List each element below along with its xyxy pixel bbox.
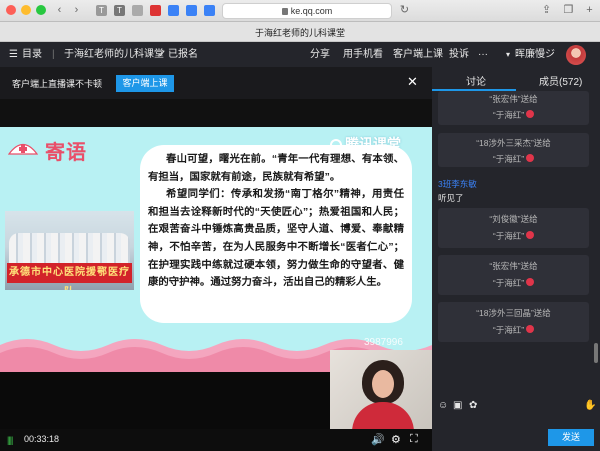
rose-icon <box>526 231 535 239</box>
gift-from: “张宏伟”送给 <box>489 94 538 104</box>
check-icon: ✓ <box>158 49 167 60</box>
course-title: 于海红老师的儿科课堂 <box>64 49 164 60</box>
gift-message: “张宏伟”送给 “于海红” <box>438 91 589 125</box>
rose-icon <box>526 110 535 118</box>
gift-message: “刘俊徽”送给 “于海红” <box>438 208 589 248</box>
reload-icon[interactable]: ↻ <box>398 4 411 17</box>
rose-icon <box>526 278 535 286</box>
fullscreen-icon[interactable]: ⛶ <box>410 433 418 446</box>
new-tab-icon[interactable]: + <box>583 4 596 17</box>
gift-message: “张宏伟”送给 “于海红” <box>438 255 589 295</box>
share-icon[interactable]: ⇪ <box>540 4 553 17</box>
settings-icon[interactable]: ⚙ <box>391 433 401 446</box>
volume-icon[interactable]: 🔊 <box>371 433 385 446</box>
client-link[interactable]: 客户端上课 <box>393 48 443 61</box>
client-notice-bar: 客户端上直播课不卡顿 客户端上课 ✕ <box>0 67 432 99</box>
divider: | <box>52 49 55 60</box>
teacher-body <box>352 402 414 429</box>
close-window-icon[interactable] <box>6 5 16 15</box>
teacher-face <box>372 370 394 398</box>
teacher-camera-pip[interactable] <box>330 350 432 429</box>
tab-title[interactable]: 于海红老师的儿科课堂 <box>0 26 600 39</box>
gift-from: “张宏伟”送给 <box>489 261 538 271</box>
tab-discuss[interactable]: 讨论 <box>466 73 486 88</box>
close-icon[interactable]: ✕ <box>407 74 418 90</box>
back-icon[interactable]: ‹ <box>53 4 66 17</box>
tabs-icon[interactable]: ❐ <box>562 4 575 17</box>
gift-from: “18涉外三回晶”送给 <box>476 308 551 318</box>
nurse-cap-icon <box>8 143 38 155</box>
chat-text: 听见了 <box>438 193 464 203</box>
slide-content: 寄语 腾讯课堂 承德市中心医院援鄂医疗队 春山可望，曙光在前。“青年一代有理想、… <box>0 127 432 372</box>
message-textbox: 春山可望，曙光在前。“青年一代有理想、有本领、有担当，国家就有前途，民族就有希望… <box>140 145 412 323</box>
message-paragraph: 希望同学们：传承和发扬“南丁格尔”精神，用责任和担当去诠释新时代的“天使匠心”；… <box>148 189 404 289</box>
username[interactable]: 晖廉慢ジ <box>515 48 555 61</box>
user-dropdown-icon[interactable]: ▾ <box>506 48 510 61</box>
chat-toolbar: ☺ ▣ ✿ ✋ <box>432 399 600 415</box>
side-panel: 讨论 成员(572) “张宏伟”送给 “于海红” “18涉外三采杰”送给 “于海… <box>432 67 600 451</box>
play-time: 00:33:18 <box>24 434 60 444</box>
gift-to: “于海红” <box>438 109 589 121</box>
gift-to: “于海红” <box>438 230 589 242</box>
flower-gift-icon[interactable]: ✿ <box>469 400 477 411</box>
gift-message: “18涉外三采杰”送给 “于海红” <box>438 133 589 167</box>
share-link[interactable]: 分享 <box>310 48 330 61</box>
gift-from: “18涉外三采杰”送给 <box>476 138 551 148</box>
tab-members[interactable]: 成员(572) <box>539 73 582 88</box>
chat-username[interactable]: 3班李东敏 <box>438 178 477 190</box>
image-icon[interactable]: ▣ <box>453 400 462 411</box>
gift-to: “于海红” <box>438 277 589 289</box>
gift-from: “刘俊徽”送给 <box>489 214 538 224</box>
enrolled-status: 已报名 <box>168 49 198 60</box>
gift-message: “18涉外三回晶”送给 “于海红” <box>438 302 589 342</box>
emoji-icon[interactable]: ☺ <box>438 400 448 411</box>
rose-icon <box>526 325 535 333</box>
mobile-link[interactable]: 用手机看 <box>343 48 383 61</box>
message-paragraph: 春山可望，曙光在前。“青年一代有理想、有本领、有担当，国家就有前途，民族就有希望… <box>148 154 404 183</box>
chat-scrollbar[interactable] <box>594 343 598 363</box>
player-controls: |||| 00:33:18 🔊 ⚙ ⛶ <box>0 429 432 451</box>
gift-to: “于海红” <box>438 153 589 165</box>
photo-banner: 承德市中心医院援鄂医疗队 <box>7 263 132 290</box>
medical-team-photo: 承德市中心医院援鄂医疗队 <box>5 211 134 290</box>
minimize-window-icon[interactable] <box>21 5 31 15</box>
favicon-icon[interactable] <box>168 5 179 16</box>
video-letterbox <box>0 372 330 429</box>
app-root: ‹ › T T ke.qq.com ↻ ⇪ ❐ + 于海红老师的儿科课堂 ☰ 目… <box>0 0 600 451</box>
tab-strip: 于海红老师的儿科课堂 <box>0 22 600 42</box>
browser-toolbar: ‹ › T T ke.qq.com ↻ ⇪ ❐ + <box>0 0 600 22</box>
report-link[interactable]: 投诉 <box>449 48 469 61</box>
user-id-watermark: 3987996 <box>364 337 403 348</box>
favicon-icon[interactable] <box>186 5 197 16</box>
catalog-link[interactable]: 目录 <box>22 48 42 61</box>
chat-list[interactable]: “张宏伟”送给 “于海红” “18涉外三采杰”送给 “于海红” 3班李东敏 听见… <box>432 91 600 399</box>
forward-icon[interactable]: › <box>70 4 83 17</box>
send-button[interactable]: 发送 <box>548 429 594 446</box>
more-icon[interactable]: ··· <box>478 48 488 61</box>
gift-to: “于海红” <box>438 324 589 336</box>
top-nav: ☰ 目录 | 于海红老师的儿科课堂 ✓ 已报名 分享 用手机看 客户端上课 投诉… <box>0 42 600 67</box>
side-tabs: 讨论 成员(572) <box>432 67 600 91</box>
hand-raise-icon[interactable]: ✋ <box>584 400 596 411</box>
address-bar[interactable]: ke.qq.com <box>222 3 392 19</box>
favorites-bar: T T <box>96 0 216 22</box>
open-client-button[interactable]: 客户端上课 <box>116 75 174 92</box>
lock-icon <box>281 8 288 15</box>
favicon-icon[interactable] <box>132 5 143 16</box>
live-signal-icon: |||| <box>7 435 13 445</box>
favicon-icon[interactable] <box>204 5 215 16</box>
notice-text: 客户端上直播课不卡顿 <box>12 79 103 89</box>
favicon-icon[interactable] <box>150 5 161 16</box>
zoom-window-icon[interactable] <box>36 5 46 15</box>
slide-title: 寄语 <box>45 142 87 164</box>
rose-icon <box>526 154 535 162</box>
favicon-icon[interactable]: T <box>96 5 107 16</box>
menu-icon[interactable]: ☰ <box>9 48 18 61</box>
avatar[interactable] <box>566 45 586 65</box>
favicon-icon[interactable]: T <box>114 5 125 16</box>
